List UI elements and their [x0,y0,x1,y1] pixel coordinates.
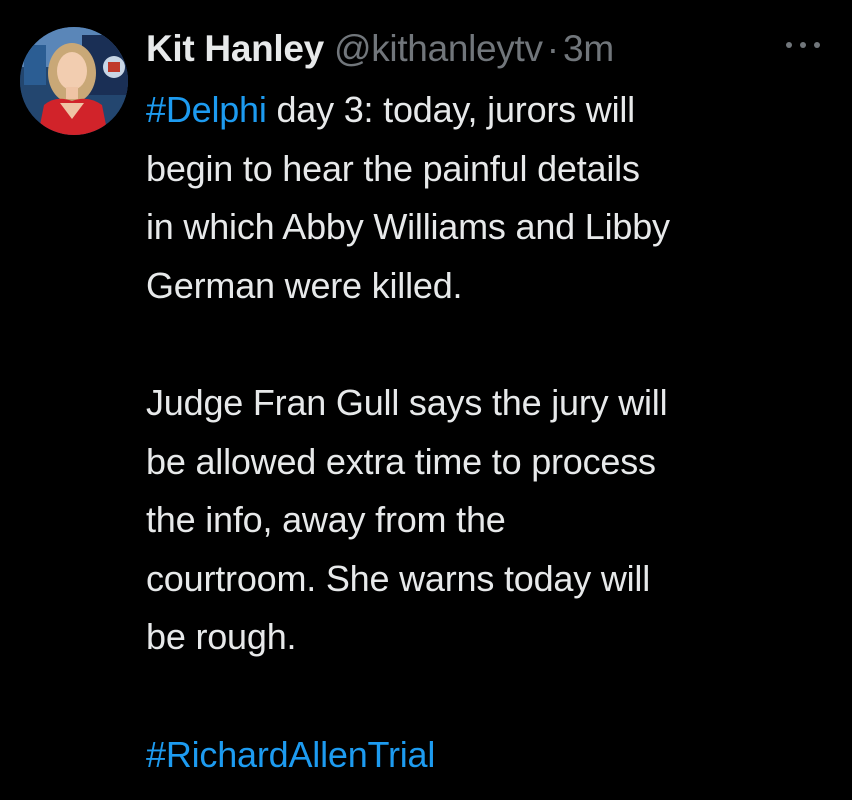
more-horizontal-icon[interactable] [786,30,820,60]
text-line: #RichardAllenTrial [146,726,836,785]
author-name[interactable]: Kit Hanley [146,24,324,74]
text-line: be rough. [146,616,297,658]
text-line: German were killed. [146,264,463,306]
text-segment: day 3: today, jurors will [266,89,635,130]
text-line: courtroom. She warns today will [146,557,651,599]
tweet-text: #Delphi day 3: today, jurors will begin … [146,81,836,784]
more-dot [786,42,792,48]
text-line: #Delphi day 3: today, jurors will [146,81,836,140]
hashtag-richardallentrial[interactable]: #RichardAllenTrial [146,734,435,775]
tweet: Kit Hanley @kithanleytv · 3m #Delphi day… [0,0,852,800]
text-line: begin to hear the painful details [146,147,640,189]
tweet-header: Kit Hanley @kithanleytv · 3m [146,24,614,74]
avatar-image [20,27,128,135]
paragraph-break [146,315,836,374]
timestamp[interactable]: 3m [563,24,614,74]
paragraph-break [146,667,836,726]
separator-dot: · [546,28,560,69]
text-line: Judge Fran Gull says the jury will [146,381,668,423]
author-handle[interactable]: @kithanleytv [334,24,543,74]
more-dot [800,42,806,48]
avatar[interactable] [20,27,128,135]
text-line: in which Abby Williams and Libby [146,206,670,248]
text-line: the info, away from the [146,499,506,541]
text-line: be allowed extra time to process [146,440,656,482]
hashtag-delphi[interactable]: #Delphi [146,89,267,130]
more-dot [814,42,820,48]
